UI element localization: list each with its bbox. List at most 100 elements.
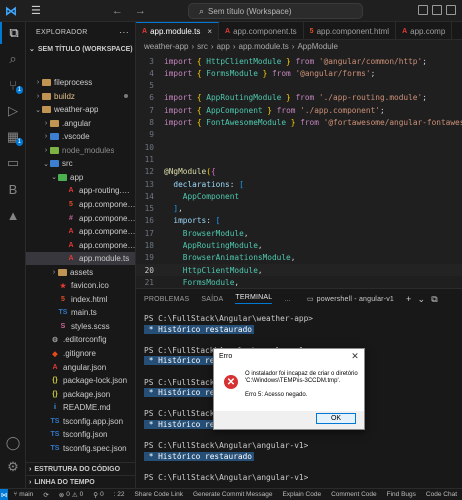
tree-folder[interactable]: ⌄ app (26, 171, 135, 184)
tree-file[interactable]: Aapp-routing.mo... (26, 184, 135, 197)
menu-button[interactable]: ☰ (31, 4, 42, 17)
explorer-icon[interactable]: ⧉ (0, 22, 26, 44)
tree-file[interactable]: ★ favicon.ico (26, 279, 135, 292)
tree-folder[interactable]: ⌄ src (26, 157, 135, 170)
tree-file[interactable]: ⚙ .editorconfig (26, 333, 135, 346)
command-center-search[interactable]: ⌕ Sem título (Workspace) (188, 3, 363, 19)
status-item[interactable]: Share Code Link (130, 491, 188, 498)
toggle-sidebar-icon[interactable] (418, 5, 428, 15)
tree-file[interactable]: TS main.ts (26, 306, 135, 319)
tree-file[interactable]: Aapp.module.ts (26, 252, 135, 266)
account-icon[interactable]: ◯ (0, 432, 26, 454)
chevron-right-icon: › (44, 133, 48, 141)
editor-tab[interactable]: Aapp.component.ts (219, 22, 304, 40)
timeline-section[interactable]: › LINHA DO TEMPO (26, 475, 135, 488)
breadcrumb-item[interactable]: AppModule (297, 42, 337, 51)
terminal-icon: ▭ (306, 296, 314, 303)
code-text: AppComponent (182, 191, 240, 201)
manage-gear-icon[interactable]: ⚙ (0, 456, 26, 478)
close-tab-icon[interactable]: × (207, 27, 212, 36)
tree-folder[interactable]: › .angular (26, 117, 135, 130)
extensions-icon[interactable]: ▦ 1 (0, 126, 26, 148)
branch-item[interactable]: ⑂ main (8, 491, 38, 498)
tree-folder[interactable]: › node_modules (26, 144, 135, 157)
run-debug-icon[interactable]: ▷ (0, 100, 26, 122)
source-control-icon[interactable]: ⑂ 1 (0, 74, 26, 96)
ports-item[interactable]: ⚲ 0 (88, 491, 108, 499)
editor-tab[interactable]: Aapp.comp (396, 22, 453, 40)
tree-file[interactable]: TS tsconfig.spec.json (26, 442, 135, 455)
tree-file[interactable]: {} package.json (26, 388, 135, 401)
problems-item[interactable]: ⊗ 0 ⚠ 0 (54, 491, 89, 499)
b-extension-icon[interactable]: B (0, 178, 26, 200)
editor-tab[interactable]: Aapp.module.ts × (136, 22, 219, 40)
ok-button[interactable]: OK (316, 413, 356, 424)
remote-explorer-icon[interactable]: ▭ (0, 152, 26, 174)
tree-item-label: tsconfig.app.json (63, 416, 124, 426)
terminal-selector[interactable]: ▭ powershell - angular-v1 (306, 295, 394, 304)
cursor-position[interactable]: : 22 (109, 491, 130, 498)
title-bar: ⋈ ☰ ← → ⌕ Sem título (Workspace) (0, 0, 462, 22)
breadcrumb-item[interactable]: app.module.ts (239, 42, 289, 51)
tree-file[interactable]: Sstyles.scss (26, 320, 135, 333)
status-item[interactable]: Comment Code (326, 491, 382, 498)
sync-item[interactable]: ⟳ (38, 491, 53, 499)
ports-icon: ⚲ (93, 491, 99, 499)
tree-file[interactable]: 5 index.html (26, 293, 135, 306)
dialog-close-icon[interactable]: ✕ (346, 351, 364, 362)
breadcrumb-item[interactable]: app (217, 42, 230, 51)
toggle-secondary-sidebar-icon[interactable] (446, 5, 456, 15)
folder-icon (42, 79, 51, 86)
tree-file[interactable]: Aangular.json (26, 361, 135, 374)
tree-file[interactable]: Aapp.component.ts (26, 239, 135, 252)
tree-file[interactable]: i README.md (26, 401, 135, 414)
breadcrumb-item[interactable]: weather-app (144, 42, 188, 51)
forward-arrow-icon[interactable]: → (135, 5, 146, 17)
editor-tab[interactable]: 5 app.component.html (304, 22, 397, 40)
status-item[interactable]: Explain Code (277, 491, 326, 498)
file-type-icon: A (52, 363, 58, 371)
code-text: import { HttpClientModule } from '@angul… (164, 56, 427, 66)
code-line: 7 import { AppComponent } from './app.com… (136, 104, 462, 116)
tree-item-label: buildz (54, 91, 75, 101)
chevron-down-icon[interactable]: ⌄ (417, 294, 425, 305)
tree-folder[interactable]: ⌄ weather-app (26, 103, 135, 116)
breadcrumb-item[interactable]: src (197, 42, 208, 51)
outline-section[interactable]: › ESTRUTURA DO CÓDIGO (26, 462, 135, 475)
more-actions-icon[interactable]: ··· (119, 27, 135, 37)
dialog-title: Erro (219, 352, 233, 360)
explorer-title: EXPLORADOR (36, 28, 88, 36)
tree-folder[interactable]: › fileprocess (26, 76, 135, 89)
angular-icon[interactable]: ▲ (0, 204, 26, 226)
panel-tab[interactable]: TERMINAL (235, 294, 273, 304)
workspace-header[interactable]: ⌄ SEM TÍTULO (WORKSPACE) (26, 42, 135, 56)
tree-file[interactable]: {} package-lock.json (26, 374, 135, 387)
tree-folder[interactable]: › buildz (26, 90, 135, 103)
tree-file[interactable]: Aapp.component... (26, 225, 135, 238)
code-line: 11 (136, 153, 462, 165)
file-type-icon: A (68, 241, 74, 249)
tree-file[interactable]: ◆ .gitignore (26, 347, 135, 360)
status-item[interactable]: Code Chat (421, 491, 462, 498)
panel-actions: + ⌄ ⧉ (406, 294, 438, 305)
back-arrow-icon[interactable]: ← (112, 5, 123, 17)
tree-file[interactable]: TS tsconfig.json (26, 428, 135, 441)
search-view-icon[interactable]: ⌕ (0, 48, 26, 70)
split-terminal-icon[interactable]: ⧉ (431, 294, 438, 305)
panel-tab[interactable]: SAÍDA (201, 296, 223, 303)
remote-indicator[interactable]: ⋈ (0, 489, 9, 500)
tree-folder[interactable]: › assets (26, 266, 135, 279)
status-item[interactable]: Generate Commit Message (188, 491, 277, 498)
panel-tab[interactable]: PROBLEMAS (144, 296, 189, 303)
toggle-panel-icon[interactable] (432, 5, 442, 15)
panel-tab[interactable]: ... (284, 296, 290, 303)
code-editor[interactable]: 3 import { HttpClientModule } from '@angu… (136, 53, 462, 288)
tree-file[interactable]: # app.component... (26, 212, 135, 225)
tree-item-label: index.html (71, 294, 108, 304)
tree-file[interactable]: 5 app.component... (26, 198, 135, 211)
tree-folder[interactable]: › .vscode (26, 130, 135, 143)
tree-file[interactable]: TS tsconfig.app.json (26, 415, 135, 428)
dialog-titlebar: Erro ✕ (214, 349, 364, 363)
new-terminal-icon[interactable]: + (406, 294, 411, 305)
status-item[interactable]: Find Bugs (382, 491, 421, 498)
